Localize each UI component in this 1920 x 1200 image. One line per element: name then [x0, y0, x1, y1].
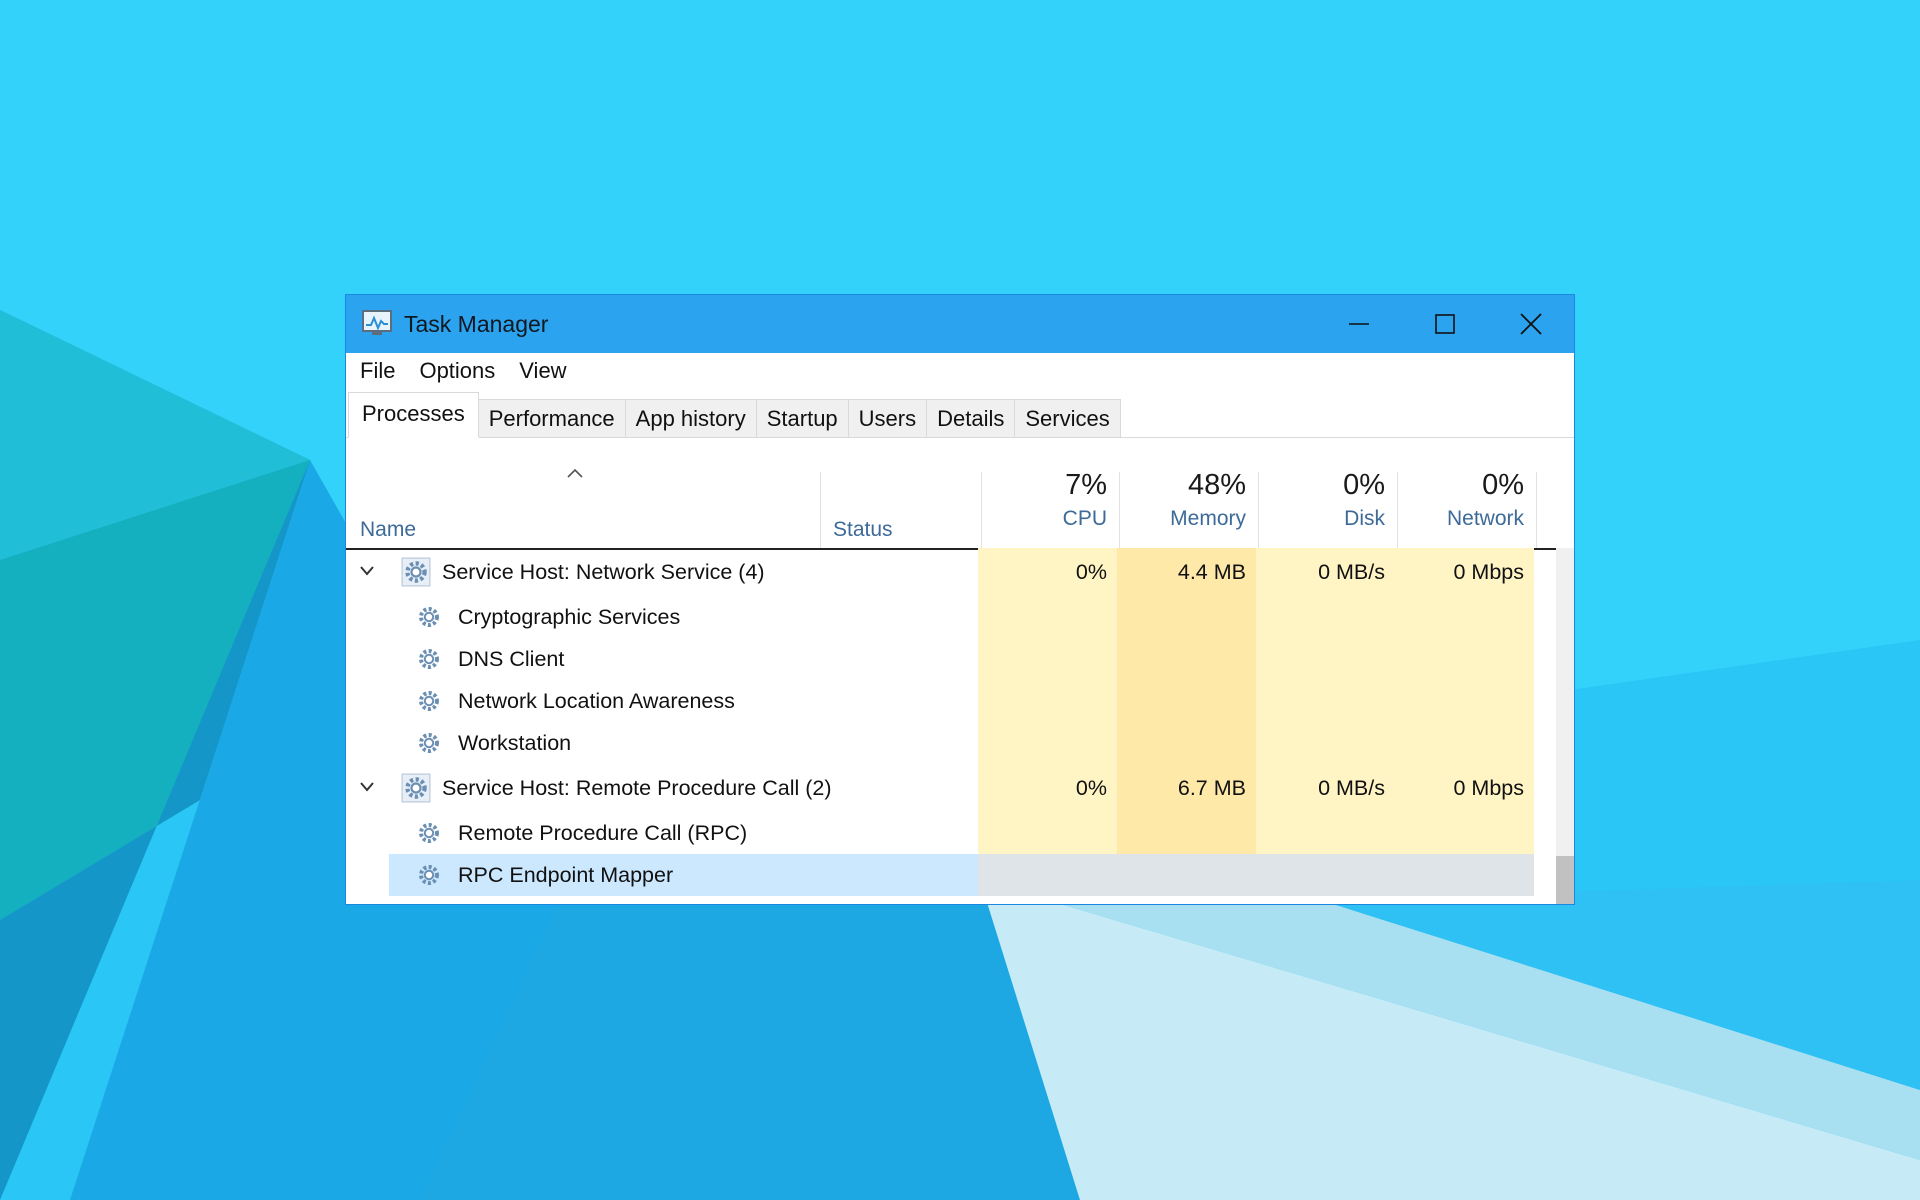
network-label: Network: [1446, 507, 1524, 530]
vertical-scrollbar[interactable]: [1556, 548, 1574, 904]
column-network[interactable]: 0% Network: [1397, 468, 1536, 534]
service-name: DNS Client: [458, 647, 565, 671]
column-status[interactable]: Status: [833, 518, 893, 542]
service-gear-icon: [415, 861, 443, 889]
column-name[interactable]: Name: [360, 518, 416, 542]
network-cell: [1395, 638, 1534, 680]
service-gear-icon: [401, 773, 431, 803]
network-cell: [1395, 722, 1534, 764]
service-row[interactable]: Network Location Awareness: [346, 680, 1556, 722]
column-memory[interactable]: 48% Memory: [1119, 468, 1258, 534]
tab-performance[interactable]: Performance: [477, 399, 626, 437]
tab-users[interactable]: Users: [847, 399, 928, 437]
cpu-label: CPU: [1062, 507, 1107, 530]
service-name: Remote Procedure Call (RPC): [458, 821, 748, 845]
disk-cell: [1256, 812, 1395, 854]
process-group-row[interactable]: 0% 6.7 MB 0 MB/s 0 Mbps Service Host: Remote…: [346, 764, 1556, 812]
memory-cell: [1117, 854, 1256, 896]
column-header-row: Name Status 7% CPU 48% Memory 0% Disk 0%…: [346, 438, 1574, 550]
service-row[interactable]: DNS Client: [346, 638, 1556, 680]
network-total-percent: 0%: [1482, 469, 1524, 501]
memory-cell: 4.4 MB: [1117, 548, 1256, 596]
process-group-row[interactable]: 0% 4.4 MB 0 MB/s 0 Mbps Service Host: Networ…: [346, 548, 1556, 596]
process-group-name: Service Host: Network Service (4): [442, 560, 765, 584]
network-cell: 0 Mbps: [1395, 764, 1534, 812]
service-gear-icon: [415, 687, 443, 715]
minimize-icon: [1349, 323, 1369, 325]
network-cell: [1395, 812, 1534, 854]
service-name: RPC Endpoint Mapper: [458, 863, 674, 887]
service-name: Network Location Awareness: [458, 689, 735, 713]
service-row[interactable]: Workstation: [346, 722, 1556, 764]
menu-file[interactable]: File: [348, 353, 407, 389]
cpu-total-percent: 7%: [1065, 469, 1107, 501]
minimize-button[interactable]: [1316, 295, 1402, 353]
tab-app-history[interactable]: App history: [624, 399, 757, 437]
memory-total-percent: 48%: [1187, 469, 1246, 501]
cpu-cell: [978, 680, 1117, 722]
scrollbar-thumb[interactable]: [1556, 856, 1574, 904]
disk-cell: 0 MB/s: [1256, 764, 1395, 812]
cpu-cell: [978, 812, 1117, 854]
task-manager-window: Task Manager File Options View Processes…: [345, 294, 1575, 905]
disk-cell: [1256, 638, 1395, 680]
disk-label: Disk: [1344, 507, 1385, 530]
disk-cell: [1256, 854, 1395, 896]
menu-options[interactable]: Options: [407, 353, 507, 389]
service-gear-icon: [401, 557, 431, 587]
network-cell: [1395, 596, 1534, 638]
service-row[interactable]: Remote Procedure Call (RPC): [346, 812, 1556, 854]
memory-label: Memory: [1170, 507, 1246, 530]
service-gear-icon: [415, 603, 443, 631]
tab-services[interactable]: Services: [1014, 399, 1121, 437]
disk-cell: [1256, 680, 1395, 722]
tab-strip: Processes Performance App history Startu…: [346, 389, 1574, 438]
tab-processes[interactable]: Processes: [348, 392, 479, 438]
tab-startup[interactable]: Startup: [755, 399, 849, 437]
cpu-cell: 0%: [978, 764, 1117, 812]
disk-cell: [1256, 596, 1395, 638]
close-button[interactable]: [1488, 295, 1574, 353]
maximize-button[interactable]: [1402, 295, 1488, 353]
memory-cell: 6.7 MB: [1117, 764, 1256, 812]
disk-cell: 0 MB/s: [1256, 548, 1395, 596]
tab-details[interactable]: Details: [926, 399, 1016, 437]
disk-cell: [1256, 722, 1395, 764]
process-group-name: Service Host: Remote Procedure Call (2): [442, 776, 832, 800]
network-cell: 0 Mbps: [1395, 548, 1534, 596]
memory-cell: [1117, 596, 1256, 638]
title-bar[interactable]: Task Manager: [346, 295, 1574, 353]
menu-bar: File Options View: [346, 353, 1574, 389]
service-row[interactable]: Cryptographic Services: [346, 596, 1556, 638]
cpu-cell: [978, 638, 1117, 680]
column-divider[interactable]: [820, 472, 821, 548]
cpu-cell: [978, 722, 1117, 764]
column-cpu[interactable]: 7% CPU: [981, 468, 1119, 534]
memory-cell: [1117, 638, 1256, 680]
service-name: Workstation: [458, 731, 572, 755]
cpu-cell: [978, 596, 1117, 638]
memory-cell: [1117, 722, 1256, 764]
service-row[interactable]: RPC Endpoint Mapper: [346, 854, 1556, 896]
process-list: 0% 4.4 MB 0 MB/s 0 Mbps Service Host: Networ…: [346, 548, 1574, 904]
service-gear-icon: [415, 819, 443, 847]
memory-cell: [1117, 680, 1256, 722]
service-gear-icon: [415, 645, 443, 673]
task-manager-icon: [362, 310, 392, 336]
menu-view[interactable]: View: [507, 353, 578, 389]
network-cell: [1395, 680, 1534, 722]
window-title: Task Manager: [404, 311, 549, 337]
network-cell: [1395, 854, 1534, 896]
cpu-cell: 0%: [978, 548, 1117, 596]
column-divider[interactable]: [1536, 472, 1537, 548]
sort-ascending-icon[interactable]: [566, 466, 584, 484]
service-gear-icon: [415, 729, 443, 757]
cpu-cell: [978, 854, 1117, 896]
maximize-icon: [1435, 314, 1455, 334]
column-disk[interactable]: 0% Disk: [1258, 468, 1397, 534]
memory-cell: [1117, 812, 1256, 854]
service-name: Cryptographic Services: [458, 605, 681, 629]
disk-total-percent: 0%: [1343, 469, 1385, 501]
close-icon: [1520, 313, 1542, 335]
